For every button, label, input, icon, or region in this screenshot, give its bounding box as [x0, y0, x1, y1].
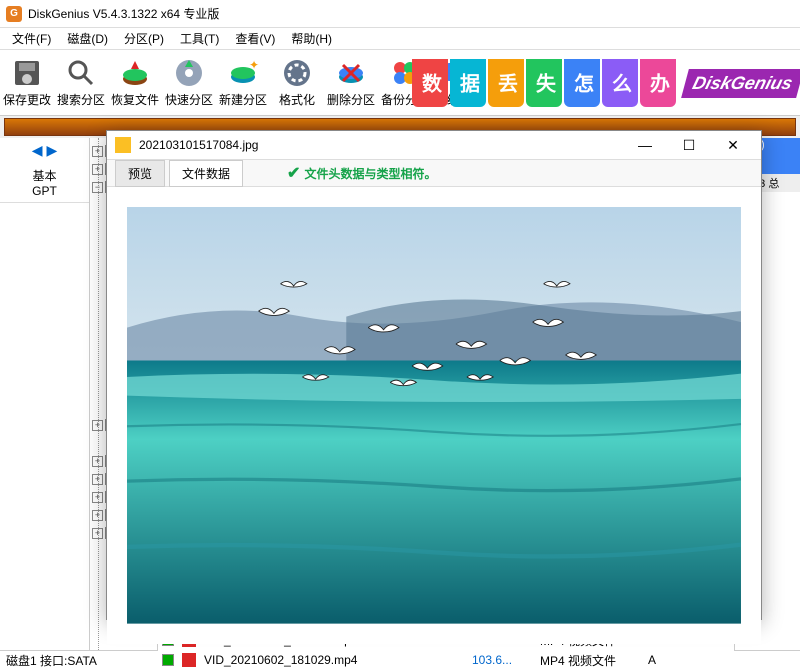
- minimize-button[interactable]: —: [625, 131, 665, 159]
- brand-tag: 办: [640, 59, 676, 107]
- video-file-icon: [182, 653, 196, 667]
- preview-image: [127, 207, 741, 624]
- disk-type-label: 基本: [0, 167, 89, 184]
- delete-icon: [335, 57, 367, 89]
- brand-tag: 数: [412, 59, 448, 107]
- nav-arrows[interactable]: ◀ ▶: [0, 138, 89, 163]
- brand-tag: 失: [526, 59, 562, 107]
- toolbar: 保存更改 搜索分区 恢复文件 快速分区 ✦新建分区 格式化 删除分区 备份分区 …: [0, 50, 800, 116]
- newpart-icon: ✦: [227, 57, 259, 89]
- quick-partition-button[interactable]: 快速分区: [162, 53, 216, 113]
- window-titlebar: G DiskGenius V5.4.3.1322 x64 专业版: [0, 0, 800, 28]
- status-text: 磁盘1 接口:SATA: [6, 652, 97, 669]
- maximize-button[interactable]: ☐: [669, 131, 709, 159]
- quickpart-icon: [173, 57, 205, 89]
- preview-status: ✔ 文件头数据与类型相符。: [287, 163, 436, 183]
- preview-titlebar[interactable]: 202103101517084.jpg — ☐ ✕: [107, 131, 761, 159]
- image-file-icon: [115, 137, 131, 153]
- preview-window: 202103101517084.jpg — ☐ ✕ 预览 文件数据 ✔ 文件头数…: [106, 130, 762, 620]
- row-checkbox[interactable]: [162, 654, 174, 666]
- menu-help[interactable]: 帮助(H): [283, 28, 340, 49]
- preview-filename: 202103101517084.jpg: [139, 138, 258, 152]
- file-attr: A: [648, 653, 656, 667]
- svg-text:✦: ✦: [249, 58, 259, 72]
- brand-tag: 丢: [488, 59, 524, 107]
- save-changes-button[interactable]: 保存更改: [0, 53, 54, 113]
- new-partition-button[interactable]: ✦新建分区: [216, 53, 270, 113]
- partition-style-label: GPT: [0, 184, 89, 198]
- menu-disk[interactable]: 磁盘(D): [59, 28, 116, 49]
- brand-tag: 么: [602, 59, 638, 107]
- tab-filedata[interactable]: 文件数据: [169, 160, 243, 187]
- menu-partition[interactable]: 分区(P): [116, 28, 172, 49]
- menu-view[interactable]: 查看(V): [227, 28, 283, 49]
- file-type: MP4 视频文件: [540, 652, 640, 669]
- search-partition-button[interactable]: 搜索分区: [54, 53, 108, 113]
- brand-tag: 据: [450, 59, 486, 107]
- tab-preview[interactable]: 预览: [115, 160, 165, 187]
- delete-partition-button[interactable]: 删除分区: [324, 53, 378, 113]
- checkmark-icon: ✔: [287, 163, 300, 183]
- file-size: 103.6...: [472, 653, 532, 667]
- menu-tools[interactable]: 工具(T): [172, 28, 227, 49]
- table-row[interactable]: VID_20210602_181029.mp4 103.6... MP4 视频文…: [158, 650, 734, 670]
- recover-icon: [119, 57, 151, 89]
- close-button[interactable]: ✕: [713, 131, 753, 159]
- format-button[interactable]: 格式化: [270, 53, 324, 113]
- disk-icon: [11, 57, 43, 89]
- brand-tag: 怎: [564, 59, 600, 107]
- format-icon: [281, 57, 313, 89]
- app-logo-icon: G: [6, 6, 22, 22]
- window-title: DiskGenius V5.4.3.1322 x64 专业版: [28, 5, 219, 22]
- menu-bar: 文件(F) 磁盘(D) 分区(P) 工具(T) 查看(V) 帮助(H): [0, 28, 800, 50]
- left-panel: ◀ ▶ 基本 GPT: [0, 138, 90, 650]
- brand-strip: 数 据 丢 失 怎 么 办 DiskGenius: [411, 50, 800, 116]
- search-icon: [65, 57, 97, 89]
- brand-logo-text: DiskGenius: [681, 69, 800, 98]
- menu-file[interactable]: 文件(F): [4, 28, 59, 49]
- file-name: VID_20210602_181029.mp4: [204, 653, 464, 667]
- recover-files-button[interactable]: 恢复文件: [108, 53, 162, 113]
- preview-image-area: [107, 187, 761, 644]
